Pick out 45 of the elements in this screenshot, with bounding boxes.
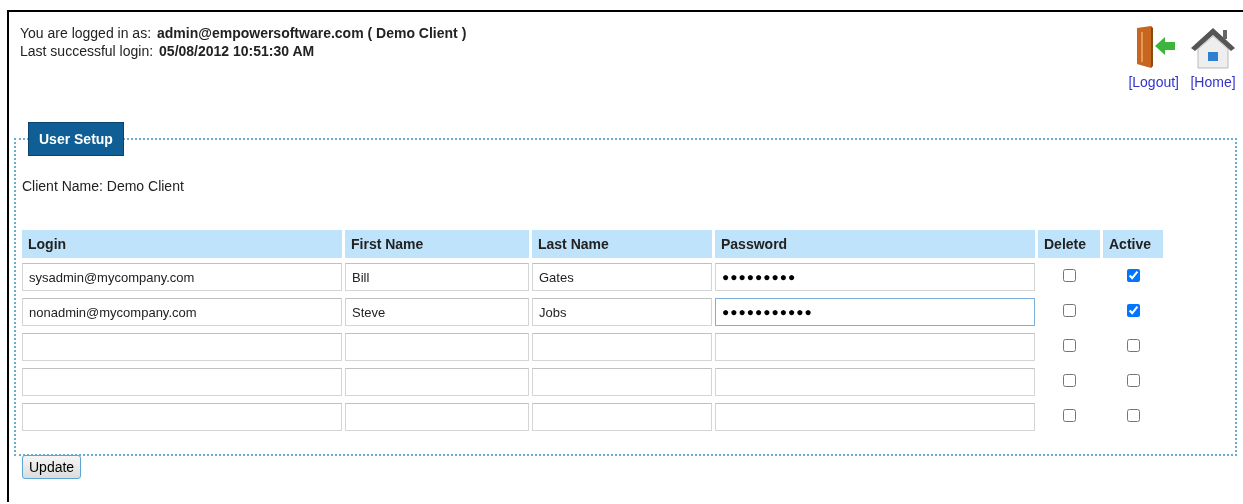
column-header: Password: [715, 230, 1035, 258]
column-header: Last Name: [532, 230, 712, 258]
checkbox[interactable]: [1126, 409, 1140, 422]
logout-link[interactable]: [Logout]: [1128, 74, 1179, 90]
column-header: Delete: [1038, 230, 1100, 258]
client-name: Client Name: Demo Client: [22, 178, 185, 194]
column-header: Active: [1103, 230, 1163, 258]
login-field[interactable]: [22, 368, 342, 396]
last-name-field[interactable]: [532, 403, 712, 431]
last-name-field[interactable]: [532, 368, 712, 396]
login-field[interactable]: [22, 333, 342, 361]
last-login-value: 05/08/2012 10:51:30 AM: [159, 43, 315, 59]
first-name-field[interactable]: [345, 368, 529, 396]
login-field[interactable]: [22, 403, 342, 431]
checkbox[interactable]: [1062, 339, 1076, 352]
password-field[interactable]: [715, 333, 1035, 361]
login-label: You are logged in as:: [20, 25, 152, 41]
first-name-field[interactable]: Bill: [345, 263, 529, 291]
password-field[interactable]: [715, 368, 1035, 396]
checkbox[interactable]: [1126, 304, 1140, 317]
checkbox[interactable]: [1126, 269, 1140, 282]
last-name-field[interactable]: Gates: [532, 263, 712, 291]
checkbox[interactable]: [1126, 339, 1140, 352]
checkbox[interactable]: [1062, 374, 1076, 387]
checkbox[interactable]: [1062, 269, 1076, 282]
password-field[interactable]: ●●●●●●●●●●●: [715, 298, 1035, 326]
last-name-field[interactable]: Jobs: [532, 298, 712, 326]
column-header: First Name: [345, 230, 529, 258]
checkbox[interactable]: [1062, 409, 1076, 422]
home-link[interactable]: [Home]: [1190, 74, 1236, 90]
first-name-field[interactable]: [345, 403, 529, 431]
update-button[interactable]: Update: [22, 455, 82, 479]
password-field[interactable]: [715, 403, 1035, 431]
login-value: admin@empowersoftware.com ( Demo Client ): [157, 25, 467, 41]
last-login-label: Last successful login:: [20, 43, 154, 59]
column-header: Login: [22, 230, 342, 258]
last-name-field[interactable]: [532, 333, 712, 361]
section-title: User Setup: [28, 122, 124, 156]
password-field[interactable]: ●●●●●●●●●: [715, 263, 1035, 291]
checkbox[interactable]: [1062, 304, 1076, 317]
login-field[interactable]: nonadmin@mycompany.com: [22, 298, 342, 326]
first-name-field[interactable]: Steve: [345, 298, 529, 326]
first-name-field[interactable]: [345, 333, 529, 361]
login-field[interactable]: sysadmin@mycompany.com: [22, 263, 342, 291]
checkbox[interactable]: [1126, 374, 1140, 387]
